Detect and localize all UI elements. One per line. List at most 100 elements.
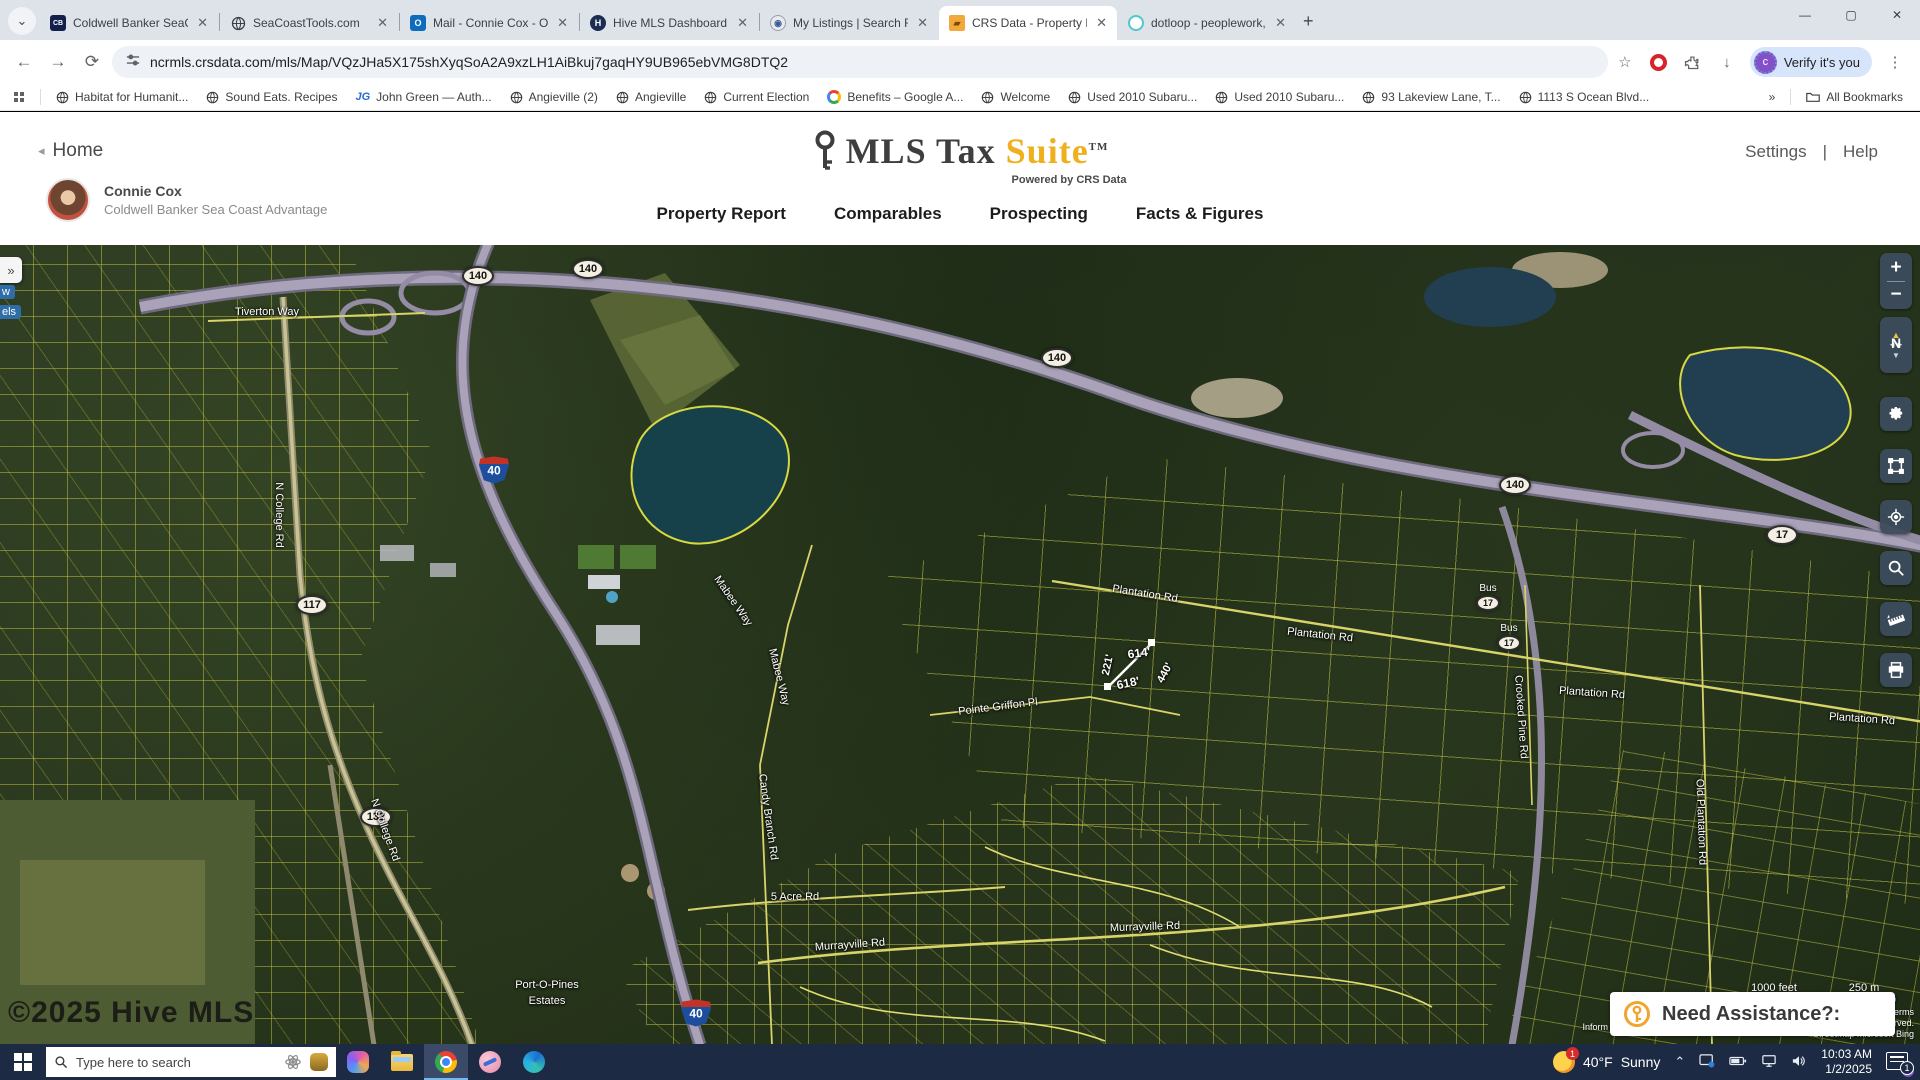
compass-down-arrow: ▼ [1892,351,1900,360]
bookmark-label: Angieville [635,90,686,104]
back-button[interactable]: ← [10,48,38,76]
all-bookmarks-button[interactable]: All Bookmarks [1799,88,1910,106]
site-nav: Property Report Comparables Prospecting … [0,204,1920,224]
bookmark-star-icon[interactable]: ☆ [1614,51,1636,73]
site-settings-icon[interactable] [126,53,140,72]
bookmark-item[interactable]: 1113 S Ocean Blvd... [1512,88,1657,106]
bookmark-item[interactable]: Welcome [974,88,1057,106]
notification-badge: 1 [1900,1061,1914,1075]
map-settings-button[interactable] [1880,397,1912,431]
bookmark-item[interactable]: Used 2010 Subaru... [1061,88,1204,106]
map-search-button[interactable] [1880,551,1912,585]
bookmark-item[interactable]: Current Election [697,88,816,106]
tab-my-listings[interactable]: ◉ My Listings | Search Results | fle ✕ [760,6,938,40]
tray-app-icon[interactable] [1699,1054,1715,1071]
need-assistance-button[interactable]: Need Assistance?: [1610,992,1895,1036]
nav-facts-figures[interactable]: Facts & Figures [1136,204,1264,224]
taskbar-chrome-icon[interactable]: c [424,1044,468,1080]
bookmark-item[interactable]: Benefits – Google A... [820,88,970,106]
verify-profile-chip[interactable]: c Verify it's you [1750,47,1872,77]
tab-close-icon[interactable]: ✕ [1094,15,1109,31]
bookmark-item[interactable]: Sound Eats. Recipes [199,88,344,106]
tab-close-icon[interactable]: ✕ [735,15,750,31]
collapsed-panel-fragment[interactable]: w [0,285,15,299]
tab-close-icon[interactable]: ✕ [375,15,390,31]
help-link[interactable]: Help [1843,142,1878,162]
route-shield-140: 140 [1041,348,1073,368]
taskbar-clock[interactable]: 10:03 AM 1/2/2025 [1821,1047,1872,1077]
road-label: Tiverton Way [235,306,299,318]
network-icon[interactable] [1761,1054,1777,1071]
collapsed-panel-fragment[interactable]: els [0,305,21,319]
john-green-favicon: JG [355,91,370,103]
settings-link[interactable]: Settings [1745,142,1806,162]
apps-grid-icon[interactable] [14,92,24,102]
compass-control[interactable]: ▲ ◄► N ▼ [1880,317,1912,373]
bookmark-item[interactable]: Angieville [609,88,693,106]
tab-crs-data-active[interactable]: ▰ CRS Data - Property Map for ✕ [939,6,1117,40]
notification-center-icon[interactable]: 1 [1886,1052,1912,1072]
taskbar-file-explorer-icon[interactable] [380,1044,424,1080]
tab-title: SeaCoastTools.com [253,16,368,30]
google-favicon [827,90,841,104]
panel-expand-chevron[interactable]: » [0,257,22,283]
taskbar-copilot-icon[interactable] [336,1044,380,1080]
taskbar-weather[interactable]: 1 40°F Sunny [1553,1051,1660,1073]
tab-close-icon[interactable]: ✕ [195,15,210,31]
forward-button[interactable]: → [44,48,72,76]
tab-seacoasttools[interactable]: SeaCoastTools.com ✕ [220,6,398,40]
bookmark-item[interactable]: JGJohn Green — Auth... [348,88,498,106]
nav-property-report[interactable]: Property Report [657,204,786,224]
download-icon[interactable]: ↓ [1716,51,1738,73]
battery-icon[interactable] [1729,1055,1747,1070]
bookmark-item[interactable]: Angieville (2) [503,88,605,106]
search-highlight-icon [310,1053,328,1071]
bookmark-label: 1113 S Ocean Blvd... [1538,90,1650,104]
locate-button[interactable] [1880,500,1912,534]
measure-tool-button[interactable] [1880,602,1912,636]
extension-icon[interactable] [1648,51,1670,73]
zoom-out-button[interactable]: − [1890,284,1901,306]
bookmark-item[interactable]: Used 2010 Subaru... [1208,88,1351,106]
nav-comparables[interactable]: Comparables [834,204,942,224]
browser-menu-icon[interactable]: ⋮ [1884,51,1906,73]
logo-powered-by: Powered by CRS Data [1012,174,1127,186]
taskbar-snip-sketch-icon[interactable] [468,1044,512,1080]
tab-hive-mls[interactable]: H Hive MLS Dashboard ✕ [580,6,758,40]
maximize-button[interactable]: ▢ [1828,0,1874,30]
route-shield-140: 140 [1499,475,1531,495]
tab-outlook[interactable]: O Mail - Connie Cox - Outlook ✕ [400,6,578,40]
close-window-button[interactable]: ✕ [1874,0,1920,30]
tab-search-button[interactable]: ⌄ [8,7,36,35]
taskbar-edge-icon[interactable] [512,1044,556,1080]
taskbar-search[interactable]: Type here to search [46,1047,336,1077]
url-bar[interactable]: ncrmls.crsdata.com/mls/Map/VQzJHa5X175sh… [112,46,1608,78]
bookmarks-overflow-chevron[interactable]: » [1762,88,1783,106]
bookmark-item[interactable]: Habitat for Humanit... [49,88,195,106]
extensions-puzzle-icon[interactable] [1682,51,1704,73]
profile-avatar-icon: c [1754,51,1777,74]
print-button[interactable] [1880,653,1912,687]
selection-tool-button[interactable] [1880,449,1912,483]
minimize-button[interactable]: — [1782,0,1828,30]
tab-close-icon[interactable]: ✕ [555,15,570,31]
nav-prospecting[interactable]: Prospecting [990,204,1088,224]
tab-dotloop[interactable]: dotloop - peoplework, not pap ✕ [1118,6,1296,40]
new-tab-button[interactable]: + [1303,11,1314,32]
reload-button[interactable]: ⟳ [78,48,106,76]
tab-close-icon[interactable]: ✕ [1273,15,1288,31]
search-icon [54,1055,68,1069]
zoom-in-button[interactable]: + [1890,257,1901,279]
tab-coldwell-banker[interactable]: CB Coldwell Banker SeaCoast Adva ✕ [40,6,218,40]
route-shield-140: 140 [462,266,494,286]
property-map[interactable]: 140 140 140 140 17 117 132 40 40 Bus17 B… [0,245,1920,1044]
tab-close-icon[interactable]: ✕ [915,15,930,31]
bookmark-item[interactable]: 93 Lakeview Lane, T... [1355,88,1507,106]
tray-expand-chevron[interactable]: ⌃ [1674,1054,1685,1070]
volume-icon[interactable] [1791,1054,1807,1071]
start-button[interactable] [0,1044,46,1080]
dotloop-favicon [1128,15,1144,31]
screen: ⌄ CB Coldwell Banker SeaCoast Adva ✕ Sea… [0,0,1920,1080]
all-bookmarks-label: All Bookmarks [1826,90,1903,104]
bookmark-label: Current Election [723,90,809,104]
